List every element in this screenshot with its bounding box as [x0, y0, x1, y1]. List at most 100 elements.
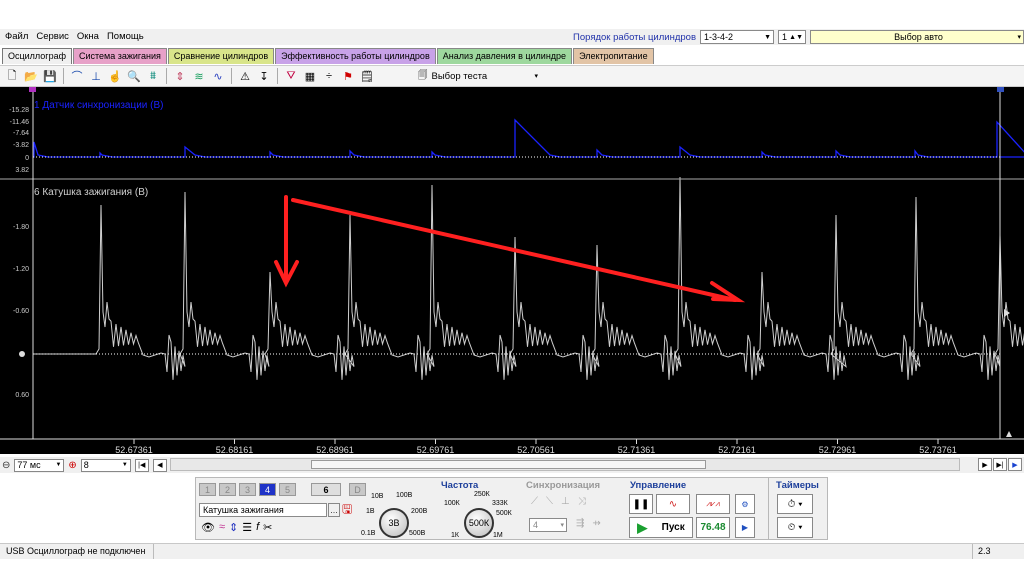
noise-mode-button[interactable]: ⩘⩗⩘: [696, 494, 730, 514]
scissors-icon[interactable]: ✂: [263, 521, 272, 534]
new-file-icon[interactable]: 🗋: [4, 68, 20, 84]
falling-edge-icon[interactable]: ⟍: [546, 496, 553, 507]
function-icon[interactable]: f: [256, 521, 259, 534]
report-icon[interactable]: 🗒: [359, 68, 375, 84]
eye-icon[interactable]: 👁: [201, 521, 215, 534]
time-tick-label: 52.67361: [115, 445, 153, 454]
car-select[interactable]: Выбор авто ▾: [810, 30, 1024, 44]
tab-oscilloscope[interactable]: Осциллограф: [2, 48, 72, 64]
start-label: Пуск: [661, 522, 685, 533]
voltage-knob[interactable]: 3В: [379, 508, 409, 538]
hand-icon[interactable]: ☝: [107, 68, 123, 84]
sync-arrows-icon[interactable]: ⇸: [592, 518, 600, 529]
time-tick-label: 52.71361: [618, 445, 656, 454]
waveform-icon[interactable]: ∿: [210, 68, 226, 84]
timebase-select[interactable]: 77 мс ▼: [14, 458, 65, 472]
tab-cylinder-efficiency[interactable]: Эффективность работы цилиндров: [275, 48, 436, 64]
menu-help[interactable]: Помощь: [102, 29, 147, 45]
flag-icon[interactable]: ⚑: [340, 68, 356, 84]
zero-marker[interactable]: [19, 351, 25, 357]
control-title: Управление: [630, 480, 687, 491]
overlay-icon[interactable]: ≋: [191, 68, 207, 84]
freq-label-500k: 500К: [496, 510, 512, 517]
oscilloscope-display[interactable]: -15.28 -11.46 -7.64 -3.82 0 3.82 -1.80 -1.20 -0…: [0, 87, 1024, 454]
prev-page-button[interactable]: ◀: [152, 458, 167, 472]
channel-button-5[interactable]: 5: [279, 483, 296, 496]
scale-vertical-icon[interactable]: ⇕: [172, 68, 188, 84]
save-icon[interactable]: 💾: [42, 68, 58, 84]
open-folder-icon[interactable]: 📂: [23, 68, 39, 84]
tab-cylinder-compare[interactable]: Сравнение цилиндров: [167, 48, 275, 64]
voltage-label-200v: 200В: [411, 508, 428, 515]
funnel-icon[interactable]: ⛛: [283, 68, 299, 84]
version-label: 2.3: [978, 546, 991, 556]
scrollbar-thumb[interactable]: [311, 460, 706, 469]
table-icon[interactable]: ▦: [302, 68, 318, 84]
tab-ignition[interactable]: Система зажигания: [73, 48, 167, 64]
menu-windows[interactable]: Окна: [72, 29, 102, 45]
auto-sync-icon[interactable]: ⤨: [578, 496, 586, 507]
channel-button-1[interactable]: 1: [199, 483, 216, 496]
right-scale-arrow[interactable]: [1006, 431, 1012, 437]
offset-icon[interactable]: ⇕: [229, 521, 238, 534]
test-select[interactable]: 🗐 Выбор теста ▾: [418, 68, 538, 84]
timers-panel: Таймеры ⏱ ▾ ⏲ ▾: [768, 477, 828, 540]
sine-mode-button[interactable]: ∿: [656, 494, 690, 514]
tab-power-supply[interactable]: Электропитание: [573, 48, 654, 64]
next-page-button[interactable]: ▶: [978, 458, 992, 471]
time-scrollbar[interactable]: [170, 458, 960, 471]
level-icon[interactable]: ⊥: [561, 496, 570, 507]
channel-button-2[interactable]: 2: [219, 483, 236, 496]
channel-button-4[interactable]: 4: [259, 483, 276, 496]
split-icon[interactable]: ÷: [321, 68, 337, 84]
save-channel-icon[interactable]: 🖫: [342, 500, 352, 521]
oscilloscope-app: Файл Сервис Окна Помощь Порядок работы цили…: [0, 0, 1024, 561]
freq-label-1m: 1М: [493, 532, 503, 539]
freq-label-100k: 100К: [444, 500, 460, 507]
filter-icon[interactable]: ⩩: [145, 68, 161, 84]
last-page-button[interactable]: ▶|: [993, 458, 1007, 471]
channel-more-button[interactable]: …: [328, 503, 340, 517]
tab-bar: Осциллограф Система зажигания Сравнение …: [2, 48, 655, 64]
timer-2-button[interactable]: ⏲ ▾: [777, 517, 813, 538]
auto-mode-button[interactable]: ⚙: [735, 494, 755, 514]
start-button[interactable]: ▶ Пуск: [629, 517, 693, 538]
spinner-arrows-icon: ▲▼: [789, 33, 803, 41]
toolbar-separator: [277, 68, 278, 84]
cylinder-order-select[interactable]: 1-3-4-2 ▼: [700, 30, 774, 44]
tab-pressure-analysis[interactable]: Анализ давления в цилиндре: [436, 48, 573, 64]
frequency-knob[interactable]: 500К: [464, 508, 494, 538]
toolbar: 🗋 📂 💾 ⌒ ⊥ ☝ 🔍 ⩩ ⇕ ≋ ∿ ⚠ ↧ ⛛ ▦ ÷ ⚑ 🗒 🗐 Вы…: [0, 65, 1024, 87]
sync-channel-select[interactable]: 4 ▾: [529, 518, 567, 532]
scale-select[interactable]: 8 ▼: [80, 458, 131, 472]
status-separator: [153, 544, 154, 559]
menu-service[interactable]: Сервис: [31, 29, 72, 45]
sync-tick-label: -3.82: [13, 142, 29, 149]
chevron-down-icon: ▼: [764, 33, 771, 41]
invert-icon[interactable]: ≈: [219, 521, 225, 534]
record-icon: ⊕: [68, 459, 77, 471]
sync-position-icon[interactable]: ⇶: [576, 518, 584, 529]
first-page-button[interactable]: |◀: [134, 458, 149, 472]
channel-button-d[interactable]: D: [349, 483, 366, 496]
lines-icon[interactable]: ☰: [242, 521, 252, 534]
auto-start-button[interactable]: ▶: [735, 517, 755, 538]
channel-button-3[interactable]: 3: [239, 483, 256, 496]
cursor-icon[interactable]: ⊥: [88, 68, 104, 84]
channel-button-6[interactable]: 6: [311, 483, 341, 496]
left-cursor-handle[interactable]: [29, 87, 36, 92]
channel-select[interactable]: Катушка зажигания: [199, 503, 327, 517]
sync-axis: -15.28 -11.46 -7.64 -3.82 0 3.82: [9, 107, 29, 174]
pause-button[interactable]: ❚❚: [629, 494, 653, 514]
cylinder-number-spinner[interactable]: 1 ▲▼: [778, 30, 806, 44]
zero-icon[interactable]: ↧: [256, 68, 272, 84]
timer-1-button[interactable]: ⏱ ▾: [777, 494, 813, 514]
menu-file[interactable]: Файл: [0, 29, 31, 45]
play-icon[interactable]: ▶: [1008, 458, 1022, 471]
zoom-icon[interactable]: 🔍: [126, 68, 142, 84]
waveform-canvas: -15.28 -11.46 -7.64 -3.82 0 3.82 -1.80 -1.20 -0…: [0, 87, 1024, 454]
measure-icon[interactable]: ⌒: [69, 68, 85, 84]
right-cursor-handle[interactable]: [997, 87, 1004, 92]
auto-icon[interactable]: ⚠: [237, 68, 253, 84]
rising-edge-icon[interactable]: ⟋: [531, 496, 538, 507]
